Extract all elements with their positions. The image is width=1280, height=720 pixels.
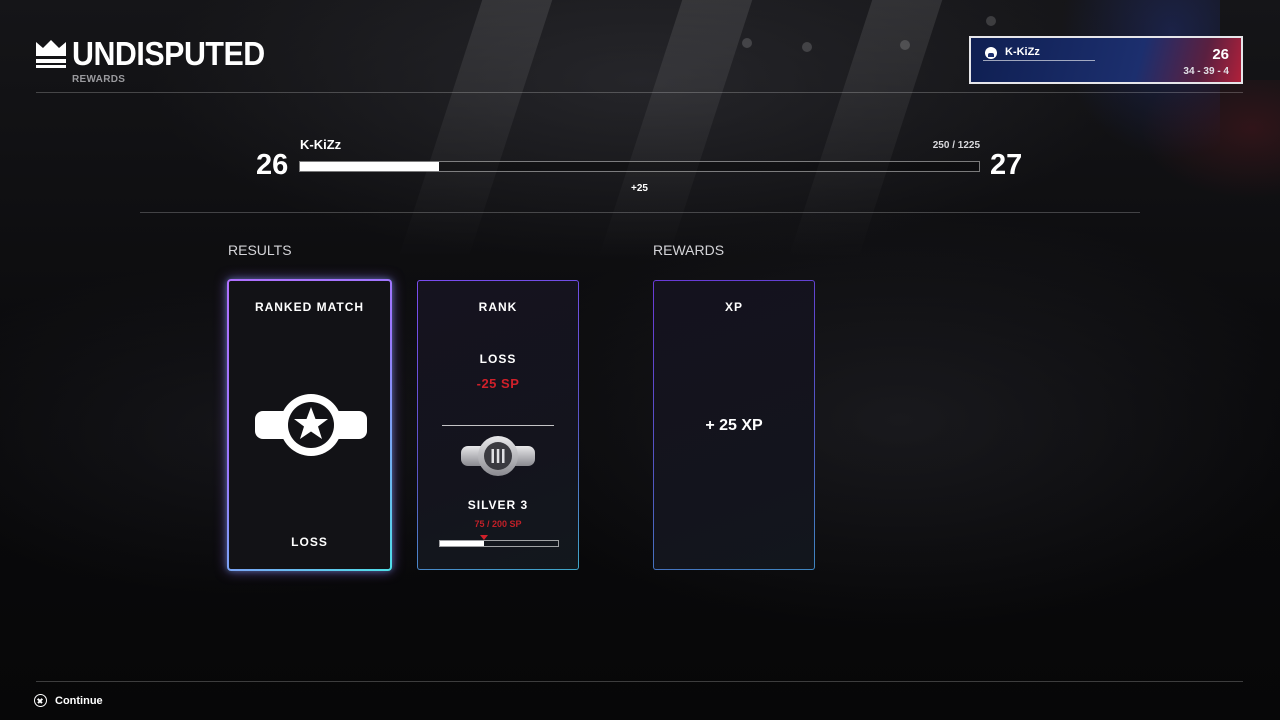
level-progress-fill	[300, 162, 439, 171]
level-progress-text: 250 / 1225	[932, 140, 980, 151]
page-subtitle: REWARDS	[72, 74, 126, 85]
player-record: 34 - 39 - 4	[1183, 66, 1229, 77]
player-name: K-KiZz	[1005, 46, 1040, 58]
xp-reward-card[interactable]: XP + 25 XP	[653, 280, 815, 570]
rank-sp-change: -25 SP	[476, 376, 520, 391]
arena-light	[900, 40, 910, 50]
results-heading: RESULTS	[228, 242, 292, 258]
rank-progress-bar	[439, 540, 559, 547]
arena-light	[986, 16, 996, 26]
arena-light	[742, 38, 752, 48]
level-gain: +25	[631, 183, 648, 194]
cross-button-icon	[34, 694, 47, 707]
playstation-icon	[985, 47, 997, 59]
card-title: RANKED MATCH	[254, 300, 365, 314]
continue-label: Continue	[55, 694, 103, 707]
footer-divider	[36, 681, 1243, 682]
rewards-heading: REWARDS	[653, 242, 725, 258]
rank-divider	[442, 425, 554, 426]
rank-card[interactable]: RANK LOSS -25 SP SILVER 3 75 / 200 SP	[417, 280, 579, 570]
logo-text: UNDISPUTED	[72, 35, 265, 72]
rank-result: LOSS	[479, 352, 517, 366]
next-level: 27	[990, 149, 1023, 181]
rank-tier: SILVER 3	[467, 498, 529, 512]
championship-belt-icon	[255, 394, 367, 456]
section-divider	[140, 212, 1140, 213]
silver-belt-badge-icon	[461, 436, 535, 476]
game-logo: UNDISPUTED	[36, 35, 282, 72]
xp-reward-value: + 25 XP	[705, 417, 763, 434]
arena-light	[802, 42, 812, 52]
current-level: 26	[256, 149, 289, 181]
background-glow-red	[1140, 80, 1280, 200]
level-progress-bar	[299, 161, 980, 172]
rank-sp-progress-text: 75 / 200 SP	[474, 519, 522, 529]
card-title: XP	[724, 300, 743, 314]
continue-button[interactable]: Continue	[34, 694, 103, 707]
match-result: LOSS	[291, 535, 328, 549]
rank-progress-fill	[440, 541, 485, 546]
rank-loss-marker-icon	[480, 535, 488, 540]
player-card[interactable]: K-KiZz 26 34 - 39 - 4	[969, 36, 1243, 84]
crown-logo-icon	[36, 40, 66, 68]
player-card-underline	[983, 60, 1095, 61]
header-divider	[36, 92, 1243, 93]
player-level: 26	[1212, 46, 1229, 63]
ranked-match-card[interactable]: RANKED MATCH LOSS	[227, 279, 392, 571]
progress-player-name: K-KiZz	[300, 137, 342, 152]
card-title: RANK	[478, 300, 518, 314]
